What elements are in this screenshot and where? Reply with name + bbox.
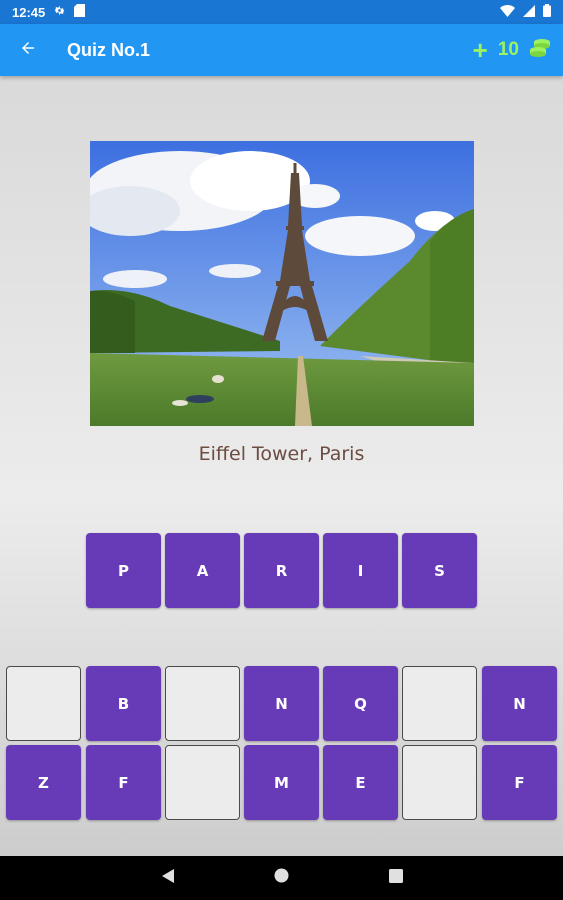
coins-icon <box>529 38 551 63</box>
sd-card-icon <box>74 4 86 20</box>
status-time: 12:45 <box>12 4 46 20</box>
letter-pool-tile[interactable]: F <box>86 745 161 820</box>
coin-count: 10 <box>497 39 519 60</box>
back-button[interactable] <box>0 24 56 76</box>
answer-tile[interactable]: A <box>165 533 240 608</box>
coins-area: + 10 <box>473 37 551 63</box>
back-triangle-icon <box>161 868 175 889</box>
quiz-photo <box>90 141 474 426</box>
letter-pool-tile[interactable]: N <box>244 666 319 741</box>
battery-icon <box>543 4 551 20</box>
letter-pool-slot-empty <box>6 666 81 741</box>
letter-pool-slot-empty <box>402 666 477 741</box>
answer-tile[interactable]: I <box>323 533 398 608</box>
letter-pool-tile[interactable]: B <box>86 666 161 741</box>
letter-pool-slot-empty <box>165 745 240 820</box>
letter-pool-slot-empty <box>402 745 477 820</box>
recents-square-icon <box>388 868 403 888</box>
letter-pool-tile[interactable]: E <box>323 745 398 820</box>
nav-back-button[interactable] <box>156 866 180 890</box>
nav-home-button[interactable] <box>270 866 294 890</box>
photo-caption: Eiffel Tower, Paris <box>198 443 365 465</box>
page-title: Quiz No.1 <box>67 39 151 60</box>
system-nav-bar <box>0 856 563 900</box>
answer-tile[interactable]: S <box>402 533 477 608</box>
letter-pool-slot-empty <box>165 666 240 741</box>
answer-tile[interactable]: R <box>244 533 319 608</box>
letter-pool-tile[interactable]: N <box>482 666 557 741</box>
add-coins-button[interactable]: + <box>473 37 488 63</box>
gear-icon <box>53 4 66 20</box>
nav-recents-button[interactable] <box>384 866 408 890</box>
answer-tile[interactable]: P <box>86 533 161 608</box>
letter-pool-tile[interactable]: Q <box>323 666 398 741</box>
back-arrow-icon <box>19 39 37 62</box>
status-bar: 12:45 <box>0 0 563 24</box>
app-bar: Quiz No.1 + 10 <box>0 24 563 76</box>
home-circle-icon <box>274 868 289 888</box>
wifi-icon <box>500 4 515 20</box>
letter-pool-tile[interactable]: Z <box>6 745 81 820</box>
signal-icon <box>523 4 535 20</box>
letter-pool-tile[interactable]: F <box>482 745 557 820</box>
letter-pool-tile[interactable]: M <box>244 745 319 820</box>
